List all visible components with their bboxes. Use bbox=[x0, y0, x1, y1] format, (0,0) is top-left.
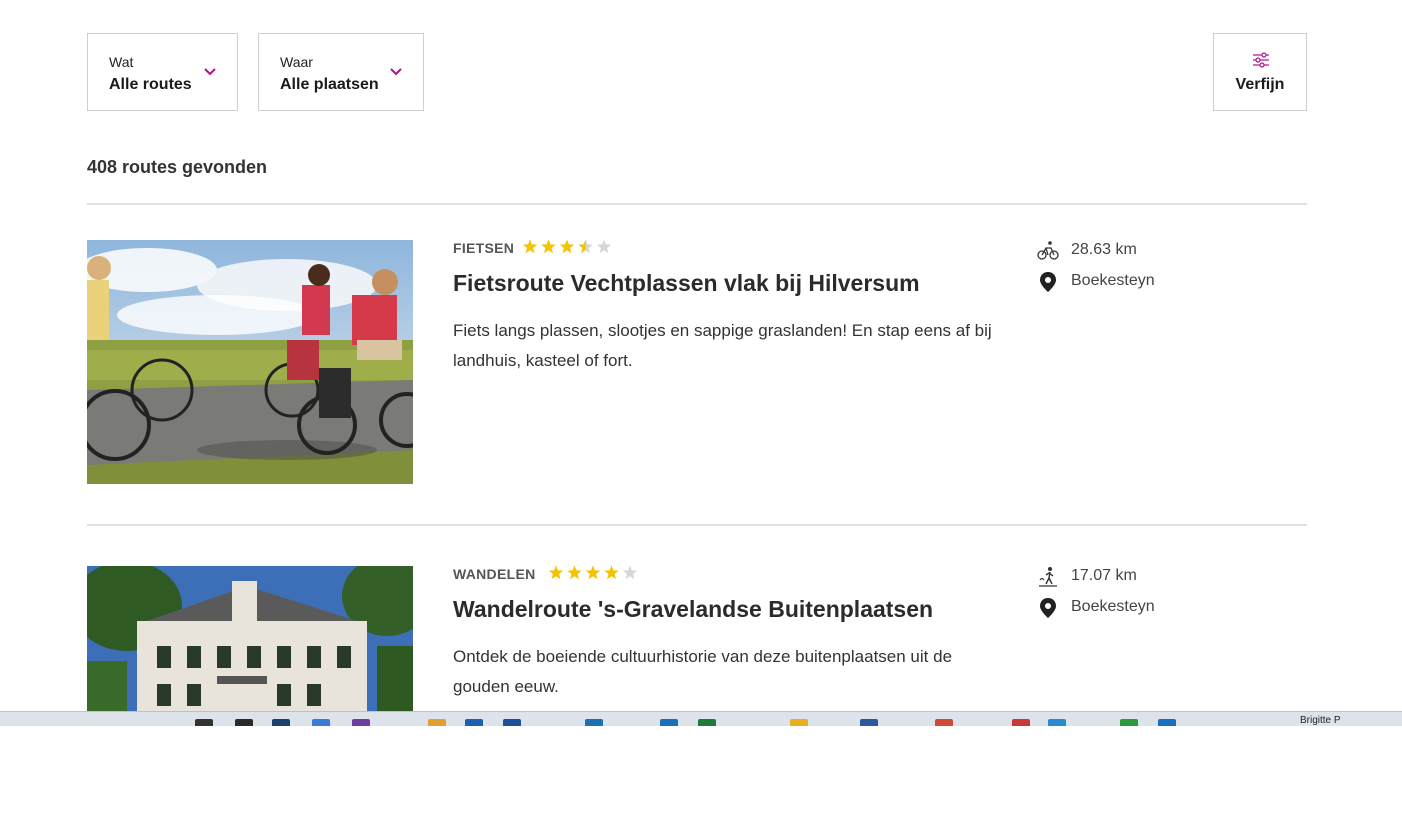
manor-house-image bbox=[87, 566, 413, 711]
route-photo-cyclists[interactable] bbox=[87, 240, 413, 484]
filter-waar-value: Alle plaatsen bbox=[280, 76, 379, 93]
divider bbox=[87, 203, 1307, 205]
star-icon-filled bbox=[522, 239, 538, 254]
chevron-down-icon bbox=[204, 68, 216, 76]
star-icon-empty bbox=[622, 565, 637, 580]
map-pin-icon bbox=[1040, 272, 1056, 292]
filter-wat-value: Alle routes bbox=[109, 76, 192, 93]
route-description: Fiets langs plassen, slootjes en sappige… bbox=[453, 321, 992, 370]
cyclists-image bbox=[87, 240, 413, 484]
star-icon-filled bbox=[559, 239, 575, 254]
sliders-icon bbox=[1253, 52, 1269, 68]
route-card[interactable]: WANDELEN Wandelroute 's-Gravelandse Buit… bbox=[87, 565, 1307, 816]
rating-stars bbox=[522, 239, 611, 254]
star-icon-filled bbox=[604, 565, 619, 580]
star-icon-empty bbox=[596, 239, 611, 254]
route-card[interactable]: FIETSEN Fietsroute Vechtplassen vlak bij… bbox=[87, 239, 1307, 490]
filter-waar-label: Waar bbox=[280, 54, 313, 70]
filter-wat-dropdown[interactable]: Wat Alle routes bbox=[87, 33, 238, 111]
route-category: WANDELEN bbox=[453, 566, 536, 582]
divider bbox=[87, 524, 1307, 526]
rating-stars bbox=[548, 565, 637, 580]
filter-waar-dropdown[interactable]: Waar Alle plaatsen bbox=[258, 33, 424, 111]
route-distance-value: 28.63 km bbox=[1071, 241, 1137, 258]
bicycle-icon bbox=[1037, 241, 1059, 260]
walking-icon bbox=[1039, 567, 1057, 587]
filter-wat-label: Wat bbox=[109, 54, 134, 70]
route-location-value: Boekesteyn bbox=[1071, 272, 1155, 289]
route-photo-manor[interactable] bbox=[87, 566, 413, 711]
star-icon-filled bbox=[585, 565, 601, 580]
taskbar-user-name: Brigitte P bbox=[1300, 715, 1341, 726]
route-title[interactable]: Fietsroute Vechtplassen vlak bij Hilvers… bbox=[453, 270, 920, 297]
map-pin-icon bbox=[1040, 598, 1056, 618]
refine-label: Verfijn bbox=[1235, 76, 1285, 93]
refine-button[interactable]: Verfijn bbox=[1213, 33, 1307, 111]
route-description: Ontdek de boeiende cultuurhistorie van d… bbox=[453, 647, 953, 696]
chevron-down-icon bbox=[390, 68, 402, 76]
star-icon-filled bbox=[541, 239, 556, 254]
route-category: FIETSEN bbox=[453, 240, 515, 256]
route-distance-value: 17.07 km bbox=[1071, 567, 1137, 584]
route-location-value: Boekesteyn bbox=[1071, 598, 1155, 615]
star-icon-filled bbox=[548, 565, 564, 580]
route-title[interactable]: Wandelroute 's-Gravelandse Buitenplaatse… bbox=[453, 596, 933, 623]
os-taskbar: Brigitte P bbox=[0, 711, 1402, 726]
star-icon-filled bbox=[567, 565, 582, 580]
results-count: 408 routes gevonden bbox=[87, 157, 268, 177]
